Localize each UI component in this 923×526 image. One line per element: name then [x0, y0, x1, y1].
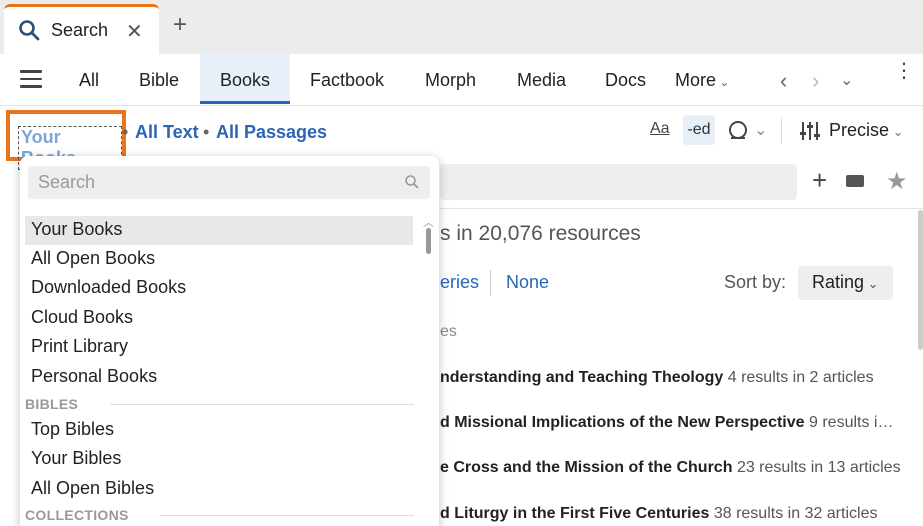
chevron-left-icon[interactable]: ‹ — [780, 68, 787, 94]
dropdown-item-print-library[interactable]: Print Library — [25, 333, 413, 362]
series-link[interactable]: eries — [440, 272, 479, 293]
divider — [490, 270, 491, 296]
none-link[interactable]: None — [506, 272, 549, 293]
nav-docs[interactable]: Docs — [605, 70, 646, 91]
sort-select[interactable]: Rating ⌄ — [798, 266, 893, 300]
section-header-collections: COLLECTIONS — [25, 507, 129, 523]
result-title: d Missional Implications of the New Pers… — [440, 414, 805, 431]
chevron-down-icon: ⌄ — [889, 124, 904, 139]
match-case-icon[interactable]: Aa — [650, 120, 670, 138]
sliders-icon[interactable] — [799, 120, 821, 142]
passage-scope-link[interactable]: All Passages — [216, 122, 327, 143]
scope-dropdown: ︿ Your Books All Open Books Downloaded B… — [20, 156, 439, 526]
nav-more[interactable]: More ⌄ — [675, 70, 729, 91]
dropdown-item-your-bibles[interactable]: Your Bibles — [25, 445, 413, 474]
scope-highlight: Your Books — [6, 110, 126, 170]
more-label: More — [675, 70, 717, 90]
close-icon[interactable]: ✕ — [126, 19, 143, 44]
nav-bible[interactable]: Bible — [139, 70, 179, 91]
nav-books[interactable]: Books — [200, 54, 290, 104]
search-options: Your Books • All Text • All Passages Aa … — [0, 106, 923, 170]
divider — [160, 515, 414, 516]
result-count: 23 results in 13 articles — [736, 459, 901, 476]
nav-factbook[interactable]: Factbook — [310, 70, 384, 91]
divider — [781, 118, 782, 144]
plus-icon[interactable]: + — [812, 167, 827, 193]
tab-search[interactable]: Search ✕ — [4, 4, 159, 54]
dropdown-item-downloaded-books[interactable]: Downloaded Books — [25, 274, 413, 303]
chevron-down-icon[interactable]: ⌄ — [754, 120, 767, 140]
sort-label: Sort by: — [724, 272, 787, 292]
dropdown-item-all-open-bibles[interactable]: All Open Bibles — [25, 475, 413, 504]
section-label: es — [440, 323, 457, 340]
result-row[interactable]: d Liturgy in the First Five Centuries 38… — [440, 505, 877, 523]
result-count: 9 results i… — [809, 414, 894, 431]
result-title: nderstanding and Teaching Theology — [440, 369, 724, 386]
results-summary: s in 20,076 resources — [440, 222, 641, 245]
chevron-down-icon: ⌄ — [864, 276, 879, 291]
result-row[interactable]: d Missional Implications of the New Pers… — [440, 414, 893, 432]
timer-icon[interactable] — [727, 119, 749, 141]
star-icon[interactable]: ★ — [886, 167, 908, 196]
dropdown-item-cloud-books[interactable]: Cloud Books — [25, 304, 413, 333]
dropdown-scrollbar[interactable] — [426, 228, 431, 254]
dropdown-search — [28, 166, 430, 199]
result-title: d Liturgy in the First Five Centuries — [440, 505, 710, 522]
divider — [440, 208, 923, 209]
hamburger-icon[interactable] — [20, 70, 42, 88]
result-title: e Cross and the Mission of the Church — [440, 459, 733, 476]
precision-select[interactable]: Precise ⌄ — [829, 120, 904, 141]
separator-dot: • — [122, 122, 129, 142]
resource-type-nav: All Bible Books Factbook Morph Media Doc… — [0, 54, 923, 106]
divider — [110, 404, 414, 405]
dropdown-item-top-bibles[interactable]: Top Bibles — [25, 416, 413, 445]
text-scope-link[interactable]: All Text — [135, 122, 199, 143]
nav-all[interactable]: All — [79, 70, 99, 91]
nav-morph[interactable]: Morph — [425, 70, 476, 91]
chevron-down-icon: ⌄ — [716, 75, 730, 89]
keyboard-icon[interactable] — [846, 175, 864, 187]
sort-value: Rating — [812, 272, 865, 292]
search-icon — [19, 20, 40, 41]
result-count: 4 results in 2 articles — [727, 369, 874, 386]
word-forms-icon[interactable]: -ed — [683, 115, 715, 145]
plus-icon[interactable]: + — [173, 13, 187, 37]
section-header-bibles: BIBLES — [25, 396, 79, 412]
kebab-menu-icon[interactable]: ⋮ — [894, 61, 914, 81]
chevron-down-icon[interactable]: ⌄ — [840, 70, 853, 90]
result-row[interactable]: e Cross and the Mission of the Church 23… — [440, 459, 901, 477]
precision-label: Precise — [829, 120, 890, 140]
dropdown-search-input[interactable] — [38, 172, 398, 193]
scrollbar[interactable] — [918, 210, 923, 350]
nav-media[interactable]: Media — [517, 70, 566, 91]
dropdown-item-personal-books[interactable]: Personal Books — [25, 363, 413, 392]
result-row[interactable]: nderstanding and Teaching Theology 4 res… — [440, 369, 874, 387]
search-query-input[interactable] — [440, 164, 797, 200]
result-count: 38 results in 32 articles — [713, 505, 878, 522]
tab-strip: Search ✕ + — [0, 0, 923, 54]
tab-title: Search — [51, 20, 109, 40]
dropdown-item-your-books[interactable]: Your Books — [25, 216, 413, 245]
search-icon — [405, 175, 419, 189]
dropdown-item-all-open-books[interactable]: All Open Books — [25, 245, 413, 274]
separator-dot: • — [203, 122, 210, 142]
chevron-right-icon[interactable]: › — [812, 68, 819, 94]
